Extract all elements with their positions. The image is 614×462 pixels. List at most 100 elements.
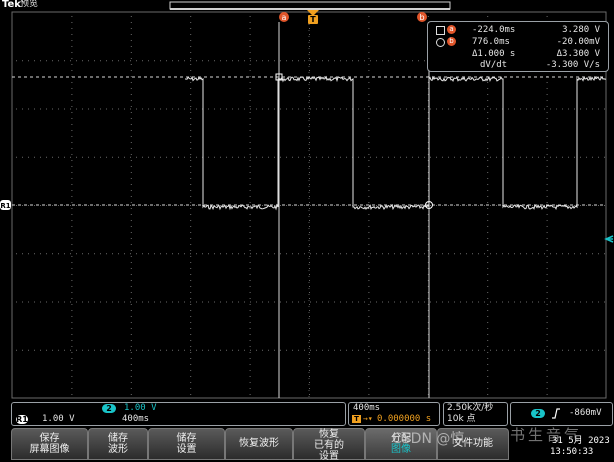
grid-dot <box>309 232 310 233</box>
grid-dot <box>487 226 489 227</box>
cursor-a-marker[interactable]: a <box>279 12 289 22</box>
grid-dot <box>382 205 383 206</box>
grid-dot <box>604 349 605 351</box>
grid-dot <box>16 60 17 62</box>
grid-dot <box>368 346 370 347</box>
record-view-bar[interactable] <box>169 1 451 10</box>
grid-dot <box>262 349 263 351</box>
timebase-panel[interactable]: 400ms T →▾ 0.000000 s <box>348 402 440 426</box>
grid-dot <box>71 280 73 281</box>
grid-dot <box>166 253 167 255</box>
grid-dot <box>268 60 269 62</box>
grid-dot <box>268 349 269 351</box>
grid-dot <box>286 301 287 303</box>
grid-dot <box>250 301 251 303</box>
grid-dot <box>190 346 192 347</box>
trigger-panel[interactable]: 2 -860mV <box>510 402 613 426</box>
grid-dot <box>418 108 419 110</box>
grid-dot <box>538 301 539 303</box>
grid-dot <box>546 160 548 161</box>
grid-dot <box>556 156 557 158</box>
grid-dot <box>368 58 370 59</box>
grid-dot <box>352 253 353 255</box>
grid-dot <box>249 286 251 287</box>
grid-dot <box>546 94 548 95</box>
grid-dot <box>71 376 73 377</box>
grid-dot <box>184 108 185 110</box>
grid-dot <box>184 156 185 158</box>
grid-dot <box>249 16 251 17</box>
grid-dot <box>487 118 489 119</box>
grid-dot <box>52 205 53 206</box>
grid-dot <box>190 226 192 227</box>
grid-dot <box>100 205 101 206</box>
grid-dot <box>40 301 41 303</box>
grid-dot <box>538 253 539 255</box>
grid-dot <box>190 64 192 65</box>
grid-dot <box>249 202 251 203</box>
grid-dot <box>190 184 192 185</box>
grid-dot <box>292 301 293 303</box>
grid-dot <box>368 328 370 329</box>
grid-dot <box>466 349 467 351</box>
grid-dot <box>190 352 192 353</box>
grid-dot <box>22 301 23 303</box>
grid-dot <box>130 118 132 119</box>
grid-dot <box>309 280 310 281</box>
grid-dot <box>352 60 353 62</box>
save-waveform-button[interactable]: 储存 波形 <box>88 428 148 460</box>
grid-dot <box>340 156 341 158</box>
grid-dot <box>454 108 455 110</box>
save-setup-button[interactable]: 储存 设置 <box>148 428 225 460</box>
grid-dot <box>166 156 167 158</box>
grid-dot <box>309 112 310 113</box>
grid-dot <box>244 156 245 158</box>
grid-dot <box>496 253 497 255</box>
grid-dot <box>190 376 192 377</box>
recall-setup-button[interactable]: 恢复 已有的 设置 <box>293 428 365 462</box>
grid-dot <box>309 214 310 215</box>
grid-dot <box>328 301 329 303</box>
grid-dot <box>52 156 53 158</box>
grid-dot <box>190 334 192 335</box>
trigger-level-arrow-icon[interactable] <box>604 235 614 243</box>
grid-dot <box>58 349 59 351</box>
grid-dot <box>546 190 548 191</box>
grid-dot <box>124 301 125 303</box>
channel-status-panel[interactable]: 2 1.00 V R1 1.00 V 400ms <box>11 402 346 426</box>
grid-dot <box>424 253 425 255</box>
grid-dot <box>454 156 455 158</box>
grid-dot <box>368 286 370 287</box>
save-screen-image-button[interactable]: 保存 屏幕图像 <box>11 428 88 460</box>
grid-dot <box>249 388 251 389</box>
grid-dot <box>249 208 251 209</box>
grid-dot <box>190 208 192 209</box>
grid-dot <box>22 253 23 255</box>
grid-dot <box>142 60 143 62</box>
grid-dot <box>250 349 251 351</box>
grid-dot <box>94 253 95 255</box>
acquisition-panel[interactable]: 2.50k次/秒 10k 点 <box>443 402 508 426</box>
grid-dot <box>118 60 119 62</box>
grid-dot <box>249 58 251 59</box>
grid-dot <box>71 82 73 83</box>
grid-dot <box>249 130 251 131</box>
grid-dot <box>394 301 395 303</box>
grid-dot <box>472 108 473 110</box>
grid-dot <box>466 205 467 206</box>
grid-dot <box>309 346 310 347</box>
grid-dot <box>249 310 251 311</box>
grid-dot <box>71 388 73 389</box>
recall-waveform-button[interactable]: 恢复波形 <box>225 428 293 460</box>
grid-dot <box>592 349 593 351</box>
grid-dot <box>249 358 251 359</box>
grid-dot <box>130 340 132 341</box>
grid-dot <box>22 108 23 110</box>
grid-dot <box>130 226 132 227</box>
grid-dot <box>130 256 132 257</box>
cursor-b-marker[interactable]: b <box>417 12 427 22</box>
ref-ground-marker[interactable]: R1 <box>0 200 11 210</box>
grid-dot <box>250 156 251 158</box>
grid-dot <box>249 118 251 119</box>
softkey-4-line1: 恢复波形 <box>239 438 279 449</box>
